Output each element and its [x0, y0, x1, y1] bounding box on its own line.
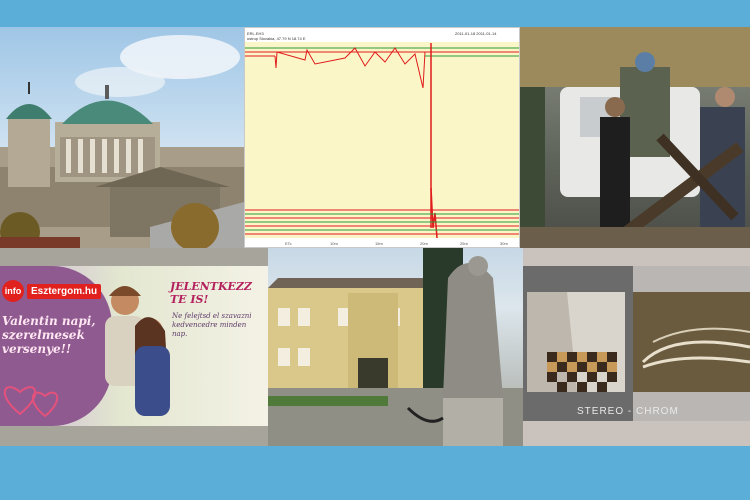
seismo-header-right: 2011-01-18 2011-01-14 — [455, 31, 497, 36]
valentine-ad[interactable]: info Esztergom.hu Valentin napi, szerelm… — [0, 248, 268, 446]
couple-photo — [105, 286, 170, 416]
hearts-icon — [3, 386, 58, 418]
palace-illustration — [268, 248, 523, 446]
ad-slogan: Valentin napi, szerelmesek versenye!! — [2, 314, 96, 356]
basilica-illustration — [0, 35, 244, 248]
seismo-tick: 20m — [420, 241, 428, 246]
ad-logo-text: Esztergom.hu — [27, 283, 102, 299]
stereo-frame-left — [523, 266, 633, 421]
tiled-floor-image — [527, 292, 625, 392]
bottom-frame-bar — [0, 446, 750, 500]
seismogram-chart: ERL.EH3 ustrup Slovakia, 47.79 N 18.74 E… — [244, 27, 520, 248]
stereo-chrom-label: STEREO - CHROM — [577, 406, 679, 417]
seismo-tick: 25m — [460, 241, 468, 246]
seismogram-plot: ERL.EH3 ustrup Slovakia, 47.79 N 18.74 E… — [245, 28, 519, 247]
seismo-tick: 10m — [330, 241, 338, 246]
seismo-tick: 15m — [375, 241, 383, 246]
palace-photo — [268, 248, 523, 446]
ad-banner[interactable]: info Esztergom.hu Valentin napi, szerelm… — [0, 266, 268, 426]
basilica-photo — [0, 27, 244, 248]
stereo-chrom-panel[interactable]: STEREO - CHROM — [523, 248, 750, 446]
ad-title: JELENTKEZZ TE IS! — [170, 280, 252, 306]
ad-subtitle: Ne felejtsd el szavazni kedvencedre mind… — [172, 312, 252, 338]
top-frame-bar — [0, 0, 750, 27]
soldiers-photo — [520, 27, 750, 248]
seismo-tick: ETc — [285, 241, 292, 246]
soldiers-illustration — [520, 27, 750, 248]
seismo-traces-bottom — [245, 209, 519, 235]
wires-image — [633, 292, 750, 392]
stereo-frame-right — [633, 266, 750, 421]
info-logo-icon: info — [2, 280, 24, 302]
seismo-header-left2: ustrup Slovakia, 47.79 N 18.74 E — [247, 36, 306, 41]
seismo-tick: 30m — [500, 241, 508, 246]
ad-logo: info Esztergom.hu — [2, 280, 102, 302]
